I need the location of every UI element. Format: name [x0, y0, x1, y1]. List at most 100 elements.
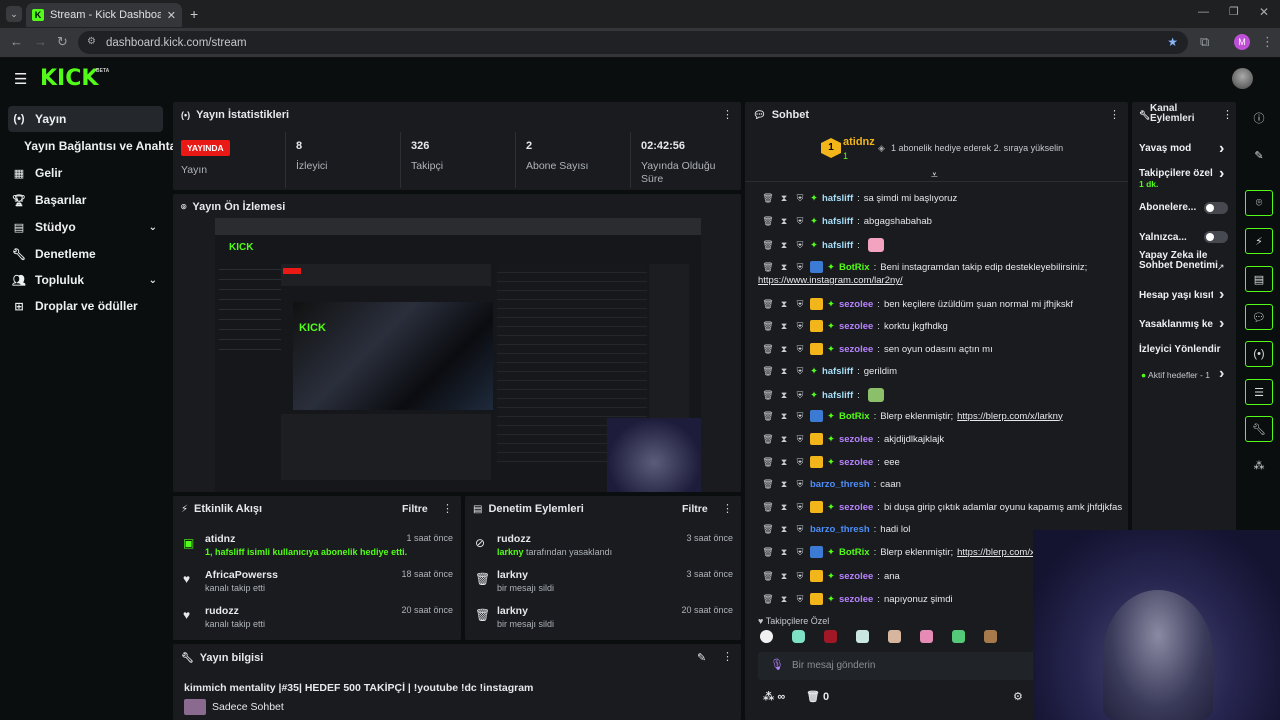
delete-icon[interactable]: 🗑︎ [762, 262, 774, 273]
sidebar-item-yayin[interactable]: (•) Yayın [8, 106, 163, 132]
emote-icon[interactable] [760, 630, 773, 643]
filter-button[interactable]: Filtre [682, 503, 708, 515]
browser-menu-icon[interactable]: ⋮ [1261, 34, 1274, 50]
chat-username[interactable]: BotRix [839, 262, 870, 273]
delete-icon[interactable]: 🗑︎ [762, 193, 774, 204]
emote-icon[interactable] [888, 630, 901, 643]
sidebar-item-topluluk[interactable]: 👥︎ Topluluk ⌄ [8, 267, 163, 293]
subscribers-only-toggle[interactable] [1204, 202, 1228, 214]
broadcast-icon[interactable]: (•) [1245, 341, 1273, 367]
delete-icon[interactable]: 🗑︎ [762, 216, 774, 227]
event-user[interactable]: larkny [497, 569, 528, 581]
edit-icon[interactable]: ✎ [1245, 142, 1273, 168]
profile-avatar[interactable]: M [1234, 34, 1250, 50]
event-user[interactable]: rudozz [497, 533, 531, 545]
filter-button[interactable]: Filtre [402, 503, 428, 515]
ban-icon[interactable]: ⛨ [794, 434, 806, 445]
microphone-icon[interactable]: 🎙︎ [770, 658, 784, 671]
emote-icon[interactable] [920, 630, 933, 643]
category-name[interactable]: Sadece Sohbet [212, 701, 284, 713]
document-icon[interactable]: ▤ [1245, 266, 1273, 292]
delete-icon[interactable]: 🗑︎ [762, 240, 774, 251]
chat-link[interactable]: https://blerp.com/x/larkny [957, 411, 1063, 422]
more-options-icon[interactable]: ⋮ [442, 502, 453, 515]
timeout-icon[interactable]: ⧗ [778, 502, 790, 513]
followers-only-setting[interactable]: Takipçilere özel 1 dk. › [1139, 166, 1229, 190]
bolt-icon[interactable]: ⚡︎ [1245, 228, 1273, 254]
delete-icon[interactable]: 🗑︎ [762, 411, 774, 422]
ban-icon[interactable]: ⛨ [794, 547, 806, 558]
timeout-icon[interactable]: ⧗ [778, 524, 790, 535]
user-avatar[interactable] [1232, 68, 1253, 89]
more-options-icon[interactable]: ⋮ [722, 650, 733, 663]
slow-mode-setting[interactable]: Yavaş mod › [1139, 140, 1224, 157]
ban-icon[interactable]: ⛨ [794, 411, 806, 422]
delete-icon[interactable]: 🗑︎ [762, 571, 774, 582]
ban-icon[interactable]: ⛨ [794, 240, 806, 251]
timeout-icon[interactable]: ⧗ [778, 366, 790, 377]
timeout-icon[interactable]: ⧗ [778, 390, 790, 401]
chat-username[interactable]: sezolee [839, 434, 873, 445]
chat-username[interactable]: sezolee [839, 571, 873, 582]
chat-username[interactable]: barzo_thresh [810, 479, 870, 490]
banned-words-setting[interactable]: Yasaklanmış keli [1139, 319, 1213, 330]
preview-toggle-icon[interactable]: ⌾ [1245, 190, 1273, 216]
delete-icon[interactable]: 🗑︎ [762, 321, 774, 332]
points-display[interactable]: ⁂ ∞ [763, 690, 785, 703]
timeout-icon[interactable]: ⧗ [778, 344, 790, 355]
ban-icon[interactable]: ⛨ [794, 502, 806, 513]
event-user[interactable]: AfricaPowerss [205, 569, 278, 581]
chat-username[interactable]: hafsliff [822, 216, 853, 227]
browser-tab[interactable]: K Stream - Kick Dashboard ✕ [26, 3, 182, 27]
reload-icon[interactable]: ↻ [57, 34, 68, 50]
timeout-icon[interactable]: ⧗ [778, 193, 790, 204]
emote-icon[interactable] [792, 630, 805, 643]
chat-username[interactable]: sezolee [839, 594, 873, 605]
new-tab-button[interactable]: + [190, 6, 198, 22]
chat-username[interactable]: sezolee [839, 457, 873, 468]
event-user[interactable]: larkny [497, 605, 528, 617]
address-bar[interactable]: ⚙ dashboard.kick.com/stream ★ [78, 31, 1188, 54]
ban-icon[interactable]: ⛨ [794, 321, 806, 332]
preview-video[interactable]: KICK KICK [215, 218, 701, 492]
timeout-icon[interactable]: ⧗ [778, 479, 790, 490]
delete-icon[interactable]: 🗑︎ [762, 479, 774, 490]
info-icon[interactable]: ⓘ [1245, 105, 1273, 131]
ban-icon[interactable]: ⛨ [794, 344, 806, 355]
event-user[interactable]: atidnz [205, 533, 235, 545]
sidebar-item-stream-key[interactable]: Yayın Bağlantısı ve Anahtarı [20, 133, 184, 159]
delete-icon[interactable]: 🗑︎ [762, 457, 774, 468]
more-options-icon[interactable]: ⋮ [722, 502, 733, 515]
delete-icon[interactable]: 🗑︎ [762, 299, 774, 310]
only-toggle[interactable] [1204, 231, 1228, 243]
kick-logo[interactable]: KICK [40, 66, 98, 91]
more-options-icon[interactable]: ⋮ [1109, 108, 1120, 121]
chat-username[interactable]: BotRix [839, 547, 870, 558]
ban-icon[interactable]: ⛨ [794, 479, 806, 490]
site-info-icon[interactable]: ⚙ [87, 36, 96, 47]
edit-icon[interactable]: ✎ [697, 651, 706, 664]
timeout-icon[interactable]: ⧗ [778, 299, 790, 310]
back-icon[interactable]: ← [10, 34, 23, 49]
window-close-icon[interactable]: ✕ [1259, 5, 1269, 19]
sliders-icon[interactable]: ☰ [1245, 379, 1273, 405]
timeout-icon[interactable]: ⧗ [778, 571, 790, 582]
gift-counter[interactable]: 🗑︎ 0 [806, 690, 829, 703]
ban-icon[interactable]: ⛨ [794, 366, 806, 377]
restore-icon[interactable]: ❐ [1229, 5, 1239, 18]
event-user[interactable]: rudozz [205, 605, 239, 617]
more-options-icon[interactable]: ⋮ [1222, 108, 1233, 121]
minimize-icon[interactable]: — [1198, 6, 1209, 18]
ban-icon[interactable]: ⛨ [794, 594, 806, 605]
sidebar-item-gelir[interactable]: ▦ Gelir [8, 160, 163, 186]
ban-icon[interactable]: ⛨ [794, 216, 806, 227]
timeout-icon[interactable]: ⧗ [778, 262, 790, 273]
timeout-icon[interactable]: ⧗ [778, 411, 790, 422]
timeout-icon[interactable]: ⧗ [778, 240, 790, 251]
active-goals[interactable]: ● Aktif hedefler - 1 [1141, 370, 1210, 380]
ban-icon[interactable]: ⛨ [794, 571, 806, 582]
pinned-user[interactable]: atidnz [843, 136, 875, 148]
delete-icon[interactable]: 🗑︎ [762, 594, 774, 605]
delete-icon[interactable]: 🗑︎ [762, 366, 774, 377]
timeout-icon[interactable]: ⧗ [778, 594, 790, 605]
